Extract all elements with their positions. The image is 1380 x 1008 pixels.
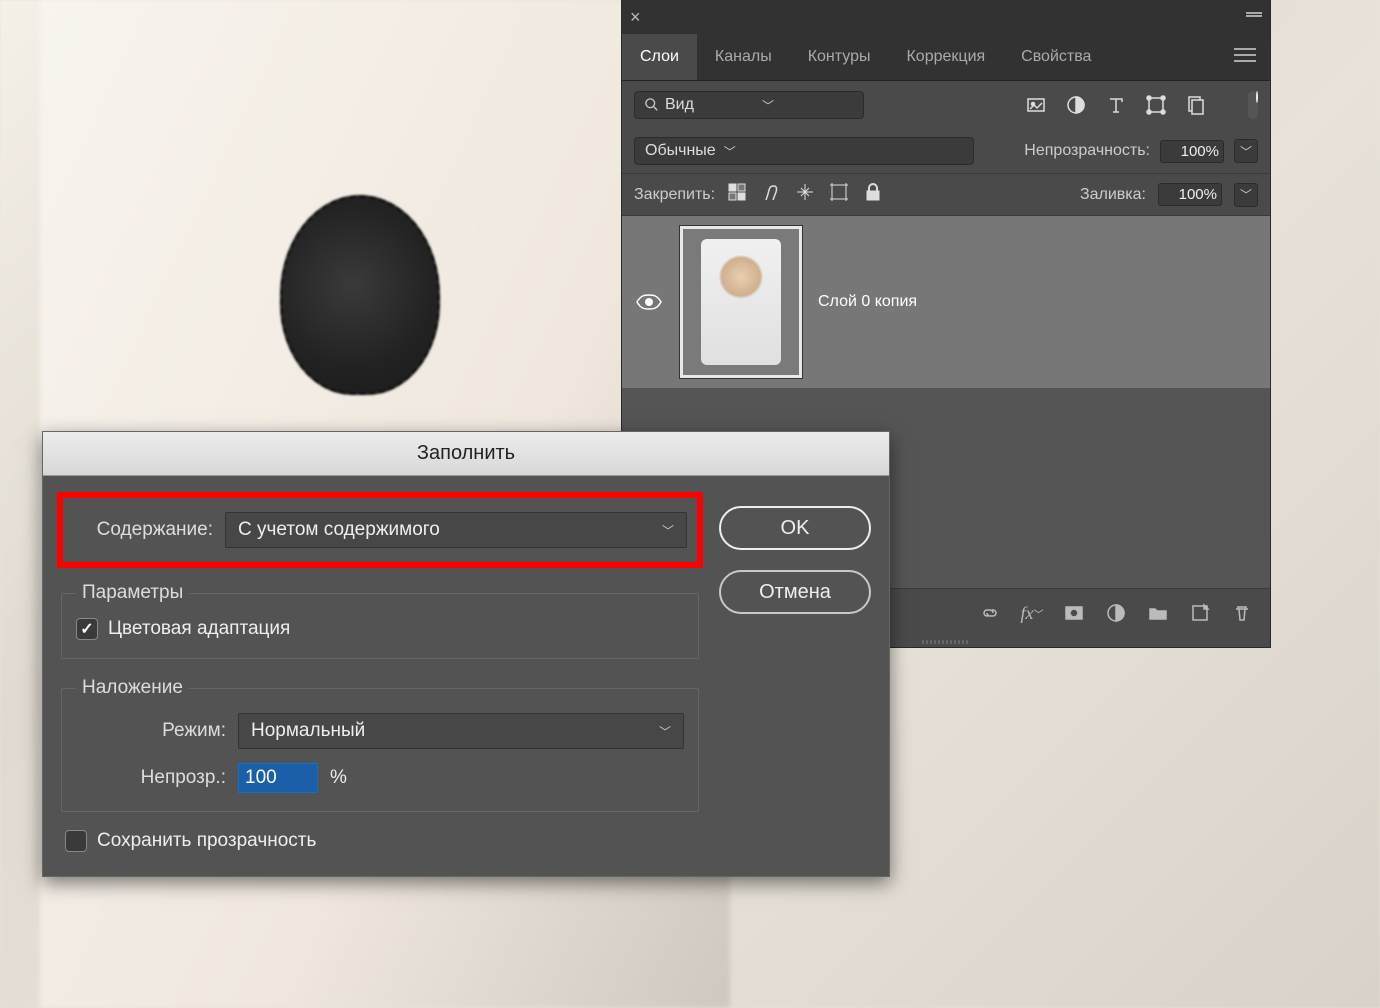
color-adaptation-label: Цветовая адаптация [108, 618, 290, 640]
delete-layer-icon[interactable] [1230, 601, 1254, 625]
tab-channels[interactable]: Каналы [697, 34, 790, 80]
cancel-button[interactable]: Отмена [719, 570, 871, 614]
filter-type-label: Вид [665, 96, 756, 114]
tab-adjustments[interactable]: Коррекция [888, 34, 1003, 80]
percent-sign: % [330, 767, 347, 789]
filter-type-icon[interactable] [1104, 93, 1128, 117]
search-icon [645, 98, 659, 112]
lock-all-icon[interactable] [863, 182, 883, 207]
visibility-icon[interactable] [634, 292, 664, 312]
panel-header: × [622, 0, 1270, 34]
blend-mode-value: Обычные [645, 142, 716, 160]
tab-properties[interactable]: Свойства [1003, 34, 1109, 80]
fill-dialog: Заполнить Содержание: С учетом содержимо… [42, 431, 890, 877]
fill-chevron[interactable]: ﹀ [1234, 183, 1258, 207]
lock-image-icon[interactable] [761, 182, 781, 207]
lock-artboard-icon[interactable] [829, 182, 849, 207]
filter-pixel-icon[interactable] [1024, 93, 1048, 117]
layer-name[interactable]: Слой 0 копия [818, 293, 917, 311]
options-legend: Параметры [76, 582, 189, 604]
layer-style-icon[interactable]: fx﹀ [1020, 601, 1044, 625]
toggle-dot [1256, 91, 1258, 103]
filter-adjust-icon[interactable] [1064, 93, 1088, 117]
thumbnail-image [701, 239, 781, 365]
panel-tabs: Слои Каналы Контуры Коррекция Свойства [622, 34, 1270, 81]
dialog-opacity-input[interactable]: 100 [238, 763, 318, 793]
lock-label: Закрепить: [634, 186, 715, 204]
ok-button[interactable]: OK [719, 506, 871, 550]
chevron-down-icon: ﹀ [724, 143, 736, 160]
adjustment-layer-icon[interactable] [1104, 601, 1128, 625]
marquee-selection[interactable] [280, 195, 440, 395]
fill-input[interactable]: 100% [1158, 183, 1222, 206]
layer-thumbnail[interactable] [680, 226, 802, 378]
collapse-icon[interactable] [1246, 12, 1262, 22]
opacity-chevron[interactable]: ﹀ [1234, 139, 1258, 163]
layer-mask-icon[interactable] [1062, 601, 1086, 625]
tab-paths[interactable]: Контуры [790, 34, 889, 80]
content-value: С учетом содержимого [238, 519, 440, 541]
filter-type-select[interactable]: Вид ﹀ [634, 91, 864, 119]
close-icon[interactable]: × [630, 7, 641, 28]
dialog-title: Заполнить [43, 432, 889, 476]
preserve-transparency-checkbox[interactable] [65, 830, 87, 852]
mode-select[interactable]: Нормальный ﹀ [238, 713, 684, 749]
new-layer-icon[interactable] [1188, 601, 1212, 625]
chevron-down-icon: ﹀ [659, 723, 671, 740]
lock-row: Закрепить: Заливка: 100% ﹀ [622, 173, 1270, 216]
filter-shape-icon[interactable] [1144, 93, 1168, 117]
content-row-highlighted: Содержание: С учетом содержимого ﹀ [57, 492, 703, 568]
panel-menu-icon[interactable] [1220, 47, 1270, 68]
dialog-opacity-label: Непрозр.: [76, 767, 226, 789]
blend-mode-select[interactable]: Обычные ﹀ [634, 137, 974, 165]
lock-position-icon[interactable] [795, 182, 815, 207]
group-icon[interactable] [1146, 601, 1170, 625]
filter-toggle[interactable] [1248, 91, 1258, 119]
filter-row: Вид ﹀ [622, 81, 1270, 129]
lock-transparency-icon[interactable] [727, 182, 747, 207]
fill-label: Заливка: [1080, 186, 1146, 204]
blend-row: Обычные ﹀ Непрозрачность: 100% ﹀ [622, 129, 1270, 173]
link-layers-icon[interactable] [978, 601, 1002, 625]
filter-icons [1024, 93, 1208, 117]
content-label: Содержание: [73, 519, 213, 541]
content-select[interactable]: С учетом содержимого ﹀ [225, 512, 687, 548]
blending-legend: Наложение [76, 677, 189, 699]
mode-label: Режим: [76, 720, 226, 742]
tab-layers[interactable]: Слои [622, 34, 697, 80]
chevron-down-icon: ﹀ [662, 522, 674, 539]
mode-value: Нормальный [251, 720, 365, 742]
preserve-transparency-label: Сохранить прозрачность [97, 830, 316, 852]
blending-fieldset: Наложение Режим: Нормальный ﹀ Непрозр.: … [61, 677, 699, 812]
lock-icons [727, 182, 883, 207]
options-fieldset: Параметры Цветовая адаптация [61, 582, 699, 659]
opacity-label: Непрозрачность: [1024, 142, 1150, 160]
layer-row[interactable]: Слой 0 копия [622, 216, 1270, 388]
filter-smart-icon[interactable] [1184, 93, 1208, 117]
color-adaptation-checkbox[interactable] [76, 618, 98, 640]
chevron-down-icon: ﹀ [762, 97, 853, 114]
opacity-input[interactable]: 100% [1160, 140, 1224, 163]
